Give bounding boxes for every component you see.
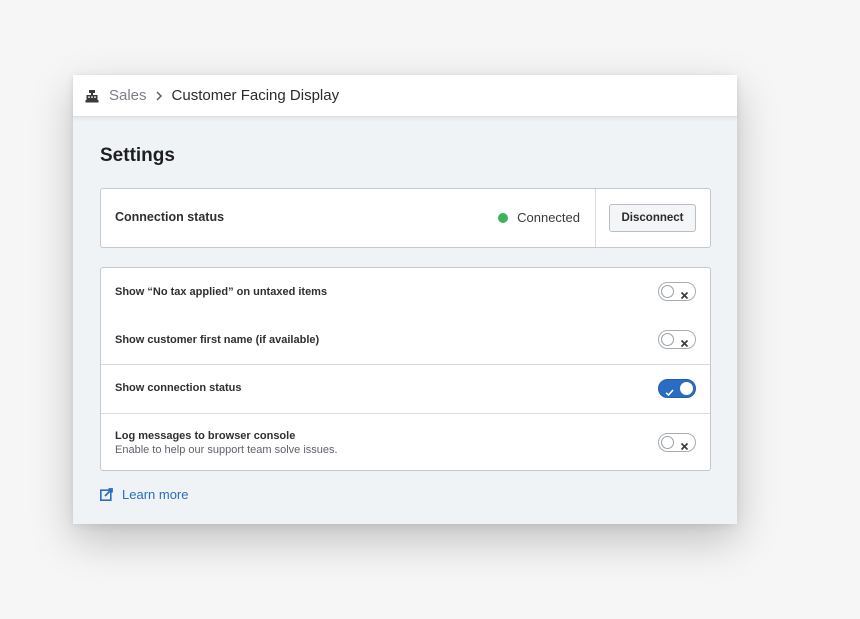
setting-label: Show customer first name (if available): [115, 334, 320, 346]
disconnect-button[interactable]: Disconnect: [609, 204, 696, 232]
setting-label: Show connection status: [115, 382, 242, 394]
cash-register-icon: [85, 89, 99, 103]
setting-row-no-tax: Show “No tax applied” on untaxed items: [101, 268, 710, 316]
close-icon: [680, 438, 689, 451]
learn-more-label: Learn more: [122, 487, 189, 502]
breadcrumb: Sales Customer Facing Display: [73, 75, 737, 117]
chevron-right-icon: [152, 89, 166, 103]
learn-more-link[interactable]: Learn more: [100, 487, 188, 502]
page-title: Settings: [100, 145, 175, 166]
connection-status-toggle[interactable]: [658, 379, 696, 398]
close-icon: [680, 335, 689, 348]
app-window: Sales Customer Facing Display Settings C…: [73, 75, 737, 524]
connection-status-label: Connection status: [115, 210, 225, 224]
connection-status-indicator: Connected: [498, 210, 580, 225]
customer-name-toggle[interactable]: [658, 330, 696, 349]
connection-status-text: Connected: [517, 210, 580, 225]
status-dot-icon: [498, 212, 509, 223]
log-messages-toggle[interactable]: [658, 433, 696, 452]
close-icon: [680, 287, 689, 300]
toggle-knob: [661, 333, 674, 346]
divider: [595, 189, 596, 247]
no-tax-toggle[interactable]: [658, 282, 696, 301]
setting-row-customer-name: Show customer first name (if available): [101, 316, 710, 364]
breadcrumb-current: Customer Facing Display: [171, 87, 340, 104]
connection-panel: Connection status Connected Disconnect: [100, 188, 711, 248]
setting-label: Show “No tax applied” on untaxed items: [115, 286, 328, 298]
setting-row-log-messages: Log messages to browser console Enable t…: [101, 413, 710, 471]
breadcrumb-sales-link[interactable]: Sales: [109, 87, 147, 104]
checkmark-icon: [665, 384, 674, 397]
settings-panel: Show “No tax applied” on untaxed items S…: [100, 267, 711, 471]
toggle-knob: [661, 285, 674, 298]
toggle-knob: [661, 436, 674, 449]
setting-label: Log messages to browser console: [115, 430, 296, 442]
setting-description: Enable to help our support team solve is…: [115, 444, 338, 456]
toggle-knob: [680, 382, 693, 395]
external-edit-icon: [100, 488, 113, 502]
setting-row-connection-status: Show connection status: [101, 364, 710, 413]
